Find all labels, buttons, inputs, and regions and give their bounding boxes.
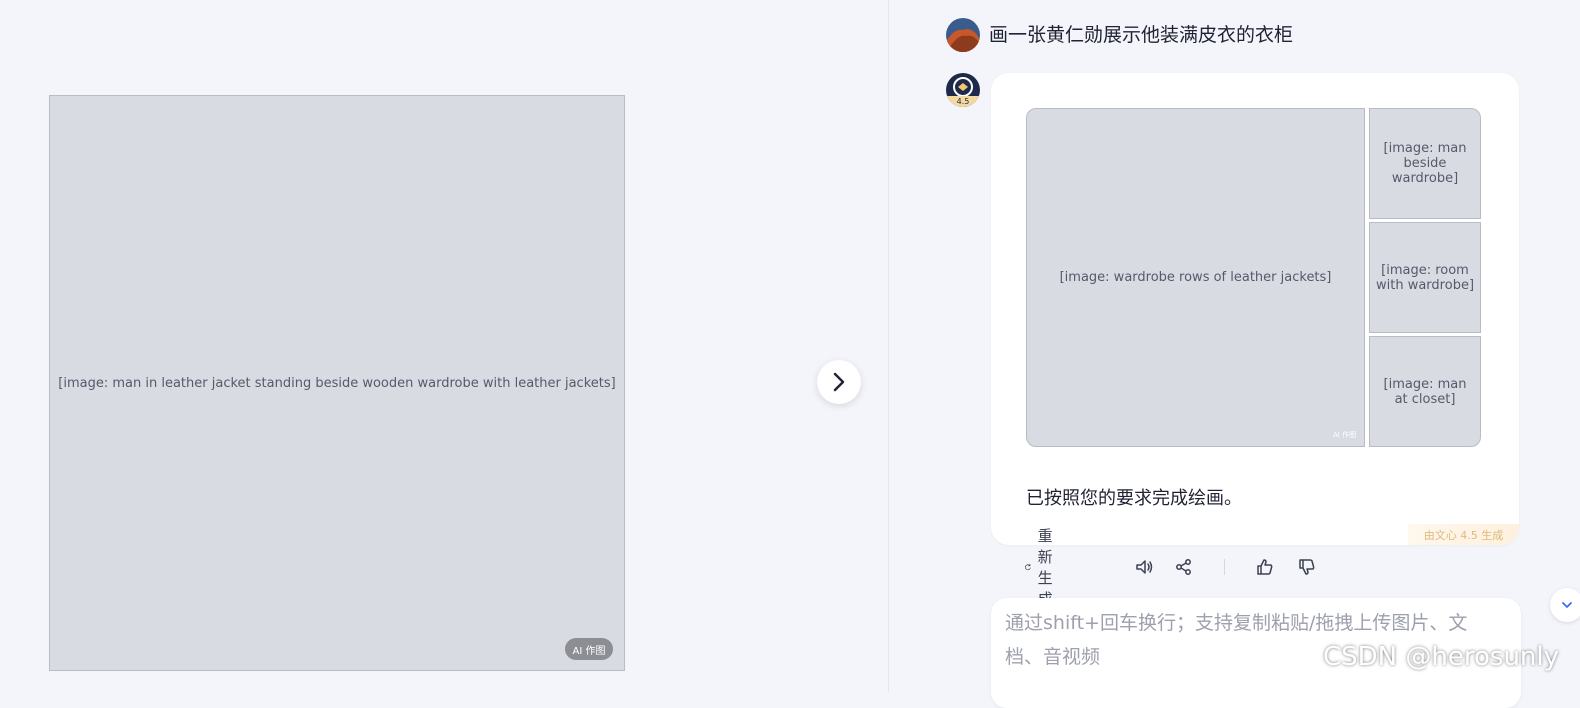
generated-by-tag: 由文心 4.5 生成 (1408, 524, 1519, 545)
share-button[interactable] (1175, 555, 1193, 579)
dislike-button[interactable] (1297, 555, 1317, 579)
response-text: 已按照您的要求完成绘画。 (1026, 488, 1242, 509)
bot-avatar: 4.5 (946, 73, 980, 107)
ai-image-badge-small: AI 作图 (1333, 431, 1357, 439)
share-icon (1176, 559, 1191, 575)
generated-image-thumb-1[interactable]: [image: man beside wardrobe] (1369, 108, 1481, 219)
chevron-down-icon (1562, 602, 1572, 608)
next-image-button[interactable] (817, 360, 861, 404)
speaker-icon (1136, 560, 1153, 574)
generated-image-main[interactable]: [image: wardrobe rows of leather jackets… (1026, 108, 1365, 447)
refresh-icon (1025, 563, 1031, 571)
chevron-right-icon (833, 372, 845, 392)
read-aloud-button[interactable] (1134, 555, 1154, 579)
image-viewer-panel: [image: man in leather jacket standing b… (0, 0, 888, 692)
actions-separator (1224, 559, 1225, 575)
bot-version-label: 4.5 (946, 96, 980, 107)
generated-image-thumb-2[interactable]: [image: room with wardrobe] (1369, 222, 1481, 333)
generated-image-thumb-3[interactable]: [image: man at closet] (1369, 336, 1481, 447)
large-image-placeholder[interactable]: [image: man in leather jacket standing b… (49, 95, 625, 671)
thumbs-down-icon (1299, 559, 1315, 575)
regenerate-button[interactable]: 重新生成 (1024, 527, 1063, 608)
ai-image-badge: AI 作图 (565, 638, 613, 660)
user-message: 画一张黄仁勋展示他装满皮衣的衣柜 (989, 24, 1294, 46)
user-avatar-icon (946, 18, 980, 52)
scroll-down-button[interactable] (1550, 588, 1580, 622)
like-button[interactable] (1255, 555, 1275, 579)
regenerate-label: 重新生成 (1037, 527, 1053, 608)
user-avatar (946, 18, 980, 52)
csdn-watermark: CSDN @herosunly (1323, 642, 1560, 672)
thumbs-up-icon (1257, 559, 1273, 575)
